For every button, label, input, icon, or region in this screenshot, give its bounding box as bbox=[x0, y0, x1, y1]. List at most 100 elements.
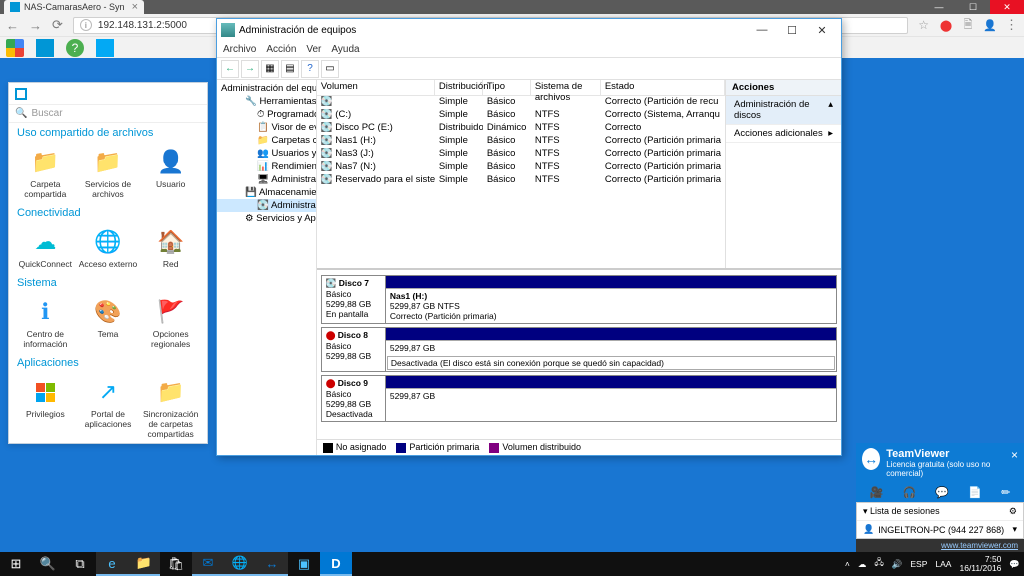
item-regional[interactable]: 🚩Opciones regionales bbox=[140, 297, 201, 349]
action-additional[interactable]: Acciones adicionales▸ bbox=[726, 125, 841, 143]
tree-disk-management[interactable]: 💽 Administración de disco bbox=[217, 199, 316, 212]
volume-row[interactable]: 💽 Nas7 (N:)SimpleBásicoNTFSCorrecto (Par… bbox=[317, 161, 725, 174]
tray-volume-icon[interactable]: 🔊 bbox=[892, 559, 903, 570]
tray-lang[interactable]: ESP bbox=[910, 559, 927, 569]
tb-help-icon[interactable]: ? bbox=[301, 60, 319, 78]
menu-ver[interactable]: Ver bbox=[306, 44, 321, 55]
tray-clock[interactable]: 7:5016/11/2016 bbox=[959, 555, 1001, 574]
tree-services[interactable]: ⚙ Servicios y Aplicaciones bbox=[217, 212, 316, 225]
menu-archivo[interactable]: Archivo bbox=[223, 44, 256, 55]
tree-users[interactable]: 👥 Usuarios y grupos locale bbox=[217, 147, 316, 160]
item-theme[interactable]: 🎨Tema bbox=[78, 297, 139, 349]
tb-icon[interactable]: ▭ bbox=[321, 60, 339, 78]
search-button[interactable]: 🔍 bbox=[32, 552, 64, 576]
menu-accion[interactable]: Acción bbox=[266, 44, 296, 55]
item-folder-sync[interactable]: 📁Sincronización de carpetas compartidas bbox=[140, 377, 201, 439]
win-close[interactable]: ✕ bbox=[807, 24, 837, 37]
volume-row[interactable]: 💽 Disco PC (E:)DistribuidoDinámicoNTFSCo… bbox=[317, 122, 725, 135]
tray-cloud-icon[interactable]: ☁ bbox=[858, 559, 867, 570]
disk-layout-pane[interactable]: 💽 Disco 7Básico5299,88 GBEn pantalla Nas… bbox=[317, 268, 841, 439]
minimize-button[interactable]: — bbox=[922, 0, 956, 14]
item-privileges[interactable]: Privilegios bbox=[15, 377, 76, 439]
headset-icon[interactable]: 🎧 bbox=[902, 486, 916, 499]
taskbar-chrome[interactable]: 🌐 bbox=[224, 552, 256, 576]
nav-tree[interactable]: Administración del equipo (loc 🔧 Herrami… bbox=[217, 80, 317, 455]
menu-ayuda[interactable]: Ayuda bbox=[331, 44, 359, 55]
tab-close-icon[interactable]: × bbox=[132, 1, 138, 13]
chrome-menu-icon[interactable]: ⋮ bbox=[1005, 17, 1018, 33]
item-shared-folder[interactable]: 📁Carpeta compartida bbox=[15, 147, 76, 199]
item-user[interactable]: 👤Usuario bbox=[140, 147, 201, 199]
tv-header[interactable]: ↔ TeamViewerLicencia gratuita (solo uso … bbox=[856, 443, 1024, 483]
volume-list[interactable]: 💽 SimpleBásicoCorrecto (Partición de rec… bbox=[317, 96, 725, 187]
file-icon[interactable]: 📄 bbox=[968, 486, 982, 499]
taskbar-app[interactable]: ▣ bbox=[288, 552, 320, 576]
item-file-services[interactable]: 📁Servicios de archivos bbox=[78, 147, 139, 199]
maximize-button[interactable]: ☐ bbox=[956, 0, 990, 14]
tree-device-manager[interactable]: 🖥 Administrador de dispo bbox=[217, 173, 316, 186]
item-network[interactable]: 🏠Red bbox=[140, 227, 201, 269]
action-disk-admin[interactable]: Administración de discos▴ bbox=[726, 96, 841, 125]
start-button[interactable]: ⊞ bbox=[0, 552, 32, 576]
volume-row[interactable]: 💽 Nas3 (J:)SimpleBásicoNTFSCorrecto (Par… bbox=[317, 148, 725, 161]
tray-chevron-icon[interactable]: ˄ bbox=[845, 559, 850, 569]
win-minimize[interactable]: — bbox=[747, 24, 777, 37]
taskbar-teamviewer[interactable]: ↔ bbox=[256, 552, 288, 576]
taskbar-store[interactable]: 🛍 bbox=[160, 552, 192, 576]
tb-fwd-icon[interactable]: → bbox=[241, 60, 259, 78]
tree-storage[interactable]: 💾 Almacenamiento bbox=[217, 186, 316, 199]
disk-8[interactable]: ⬤ Disco 8Básico5299,88 GB 5299,87 GBDesa… bbox=[321, 327, 837, 372]
notifications-icon[interactable]: 💬 bbox=[1009, 559, 1020, 570]
tv-close-icon[interactable]: × bbox=[1011, 448, 1018, 478]
tb-back-icon[interactable]: ← bbox=[221, 60, 239, 78]
tv-footer-link[interactable]: www.teamviewer.com bbox=[856, 539, 1024, 552]
tree-shared-folders[interactable]: 📁 Carpetas compartidas bbox=[217, 134, 316, 147]
taskbar-explorer[interactable]: 📁 bbox=[128, 552, 160, 576]
tb-icon[interactable]: ▦ bbox=[261, 60, 279, 78]
forward-button[interactable]: → bbox=[29, 18, 42, 33]
tree-eventviewer[interactable]: 📋 Visor de eventos bbox=[217, 121, 316, 134]
disk-7[interactable]: 💽 Disco 7Básico5299,88 GBEn pantalla Nas… bbox=[321, 275, 837, 324]
apps-icon[interactable] bbox=[6, 39, 24, 57]
taskbar-edge[interactable]: e bbox=[96, 552, 128, 576]
item-external-access[interactable]: 🌐Acceso externo bbox=[78, 227, 139, 269]
help-icon[interactable]: ? bbox=[66, 39, 84, 57]
avatar-icon[interactable]: 👤 bbox=[983, 18, 997, 32]
volume-row[interactable]: 💽 (C:)SimpleBásicoNTFSCorrecto (Sistema,… bbox=[317, 109, 725, 122]
board-icon[interactable]: ✏ bbox=[1001, 486, 1010, 499]
taskbar-app-d[interactable]: D bbox=[320, 552, 352, 576]
tree-performance[interactable]: 📊 Rendimiento bbox=[217, 160, 316, 173]
search-field[interactable]: 🔍 Buscar bbox=[9, 105, 207, 123]
video-icon[interactable]: 🎥 bbox=[870, 486, 884, 499]
chat-icon[interactable]: 💬 bbox=[935, 486, 949, 499]
item-quickconnect[interactable]: ☁QuickConnect bbox=[15, 227, 76, 269]
ext-icon[interactable]: ⬤ bbox=[939, 18, 953, 32]
tv-session-header[interactable]: ▾ Lista de sesiones⚙ bbox=[857, 503, 1023, 521]
tree-scheduler[interactable]: ⏱ Programador de tareas bbox=[217, 108, 316, 121]
taskbar-outlook[interactable]: ✉ bbox=[192, 552, 224, 576]
item-info-center[interactable]: ℹCentro de información bbox=[15, 297, 76, 349]
tray-kb[interactable]: LAA bbox=[935, 559, 951, 569]
task-view-button[interactable]: ⧉ bbox=[64, 552, 96, 576]
win-maximize[interactable]: ☐ bbox=[777, 24, 807, 37]
volume-row[interactable]: 💽 SimpleBásicoCorrecto (Partición de rec… bbox=[317, 96, 725, 109]
bookmark-icon-2[interactable] bbox=[96, 39, 114, 57]
bookmark-icon[interactable] bbox=[36, 39, 54, 57]
disk-9[interactable]: ⬤ Disco 9Básico5299,88 GBDesactivada 529… bbox=[321, 375, 837, 422]
close-button[interactable]: ✕ bbox=[990, 0, 1024, 14]
tb-icon[interactable]: ▤ bbox=[281, 60, 299, 78]
ext-icon-2[interactable]: 🗎 bbox=[961, 18, 975, 32]
bookmark-star-icon[interactable]: ☆ bbox=[918, 18, 929, 32]
info-icon[interactable]: i bbox=[80, 19, 92, 31]
tray-network-icon[interactable]: 🖧 bbox=[874, 557, 883, 571]
volume-row[interactable]: 💽 Nas1 (H:)SimpleBásicoNTFSCorrecto (Par… bbox=[317, 135, 725, 148]
window-titlebar[interactable]: Administración de equipos — ☐ ✕ bbox=[217, 19, 841, 41]
volume-row[interactable]: 💽 Reservado para el sistema (G:)SimpleBá… bbox=[317, 174, 725, 187]
item-app-portal[interactable]: ↗Portal de aplicaciones bbox=[78, 377, 139, 439]
tree-tools[interactable]: 🔧 Herramientas del sistema bbox=[217, 95, 316, 108]
reload-button[interactable]: ⟳ bbox=[52, 17, 63, 33]
browser-tab[interactable]: NAS-CamarasAero - Syn × bbox=[4, 0, 144, 14]
tv-session-item[interactable]: 👤INGELTRON-PC (944 227 868)▾ bbox=[857, 521, 1023, 538]
back-button[interactable]: ← bbox=[6, 18, 19, 33]
gear-icon[interactable]: ⚙ bbox=[1009, 506, 1017, 517]
